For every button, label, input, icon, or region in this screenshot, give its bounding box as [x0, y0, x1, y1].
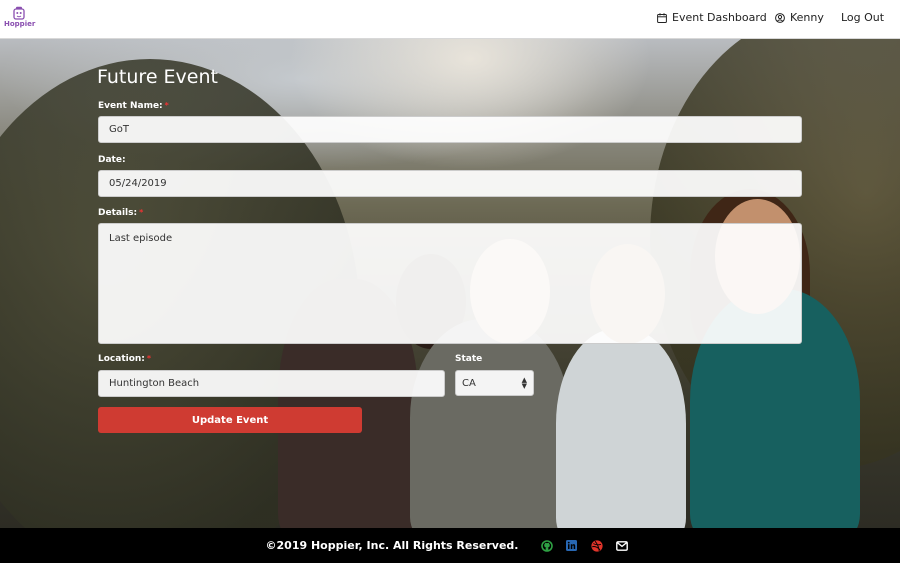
- footer: ©2019 Hoppier, Inc. All Rights Reserved.: [0, 528, 900, 563]
- state-value: CA: [462, 377, 476, 389]
- details-label-text: Details:: [98, 208, 138, 218]
- nav-user-label: Kenny: [790, 11, 824, 24]
- select-arrows-icon: ▲ ▼: [521, 376, 527, 390]
- required-marker: *: [146, 354, 152, 363]
- footer-copyright: ©2019 Hoppier, Inc. All Rights Reserved.: [265, 539, 519, 552]
- details-label: Details: *: [98, 208, 143, 218]
- state-select[interactable]: CA ▲ ▼: [455, 370, 534, 396]
- required-marker: *: [164, 101, 169, 110]
- dribbble-icon[interactable]: [591, 539, 603, 552]
- github-icon[interactable]: [541, 539, 553, 552]
- background-photo-person: [556, 329, 686, 528]
- date-input[interactable]: 05/24/2019: [98, 170, 802, 197]
- background-photo-person: [410, 319, 570, 528]
- details-textarea[interactable]: Last episode: [98, 223, 802, 344]
- state-label: State: [455, 354, 483, 364]
- event-name-input[interactable]: GoT: [98, 116, 802, 143]
- event-name-value: GoT: [109, 124, 129, 135]
- page-title: Future Event: [97, 66, 218, 88]
- navbar: Hoppier Event Dashboard Kenny Log Out: [0, 0, 900, 39]
- nav-event-dashboard-label: Event Dashboard: [672, 11, 767, 24]
- nav-user[interactable]: Kenny: [775, 11, 824, 24]
- linkedin-icon[interactable]: [566, 540, 578, 552]
- details-value: Last episode: [109, 233, 173, 244]
- event-name-label: Event Name: *: [98, 101, 169, 111]
- date-label: Date:: [98, 155, 126, 165]
- event-name-label-text: Event Name:: [98, 101, 163, 111]
- brand-logo[interactable]: Hoppier: [4, 6, 36, 32]
- brand-name: Hoppier: [4, 20, 36, 28]
- mail-icon[interactable]: [616, 540, 628, 552]
- update-event-button[interactable]: Update Event: [98, 407, 362, 433]
- user-circle-icon: [775, 12, 785, 23]
- location-label: Location: *: [98, 354, 151, 364]
- location-label-text: Location:: [98, 354, 145, 364]
- calendar-icon: [657, 12, 667, 23]
- logout-link[interactable]: Log Out: [841, 11, 884, 24]
- location-input[interactable]: Huntington Beach: [98, 370, 445, 397]
- logo-icon: [13, 6, 25, 20]
- hero-background: Future Event Event Name: * GoT Date: 05/2…: [0, 39, 900, 528]
- date-value: 05/24/2019: [109, 178, 167, 189]
- nav-event-dashboard[interactable]: Event Dashboard: [657, 11, 767, 24]
- required-marker: *: [139, 208, 144, 217]
- location-value: Huntington Beach: [109, 378, 200, 389]
